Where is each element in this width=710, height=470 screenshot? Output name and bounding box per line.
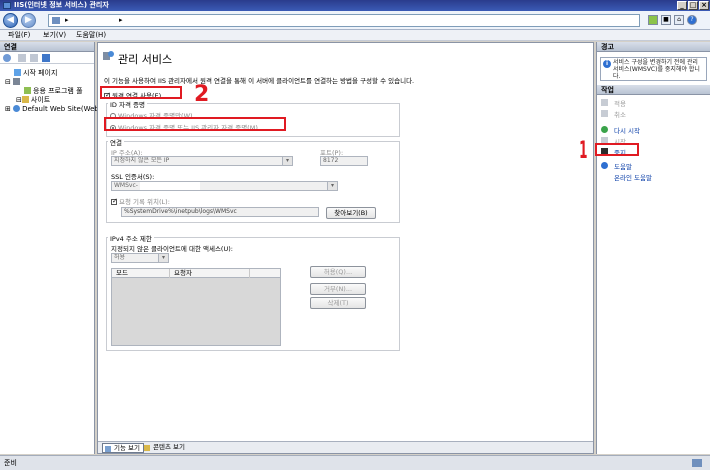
ip-address-dropdown[interactable]: 지정하지 않은 모든 IP [111, 156, 293, 166]
sites-icon [21, 96, 29, 103]
path-separator[interactable]: ▸ [119, 15, 123, 26]
ssl-cert-label: SSL 인증서(S): [111, 173, 155, 181]
redacted-region [139, 182, 200, 190]
annotation-number-2: 2 [194, 82, 210, 107]
stop-icon[interactable]: ■ [661, 15, 671, 25]
checkbox-box[interactable] [111, 197, 118, 205]
network-icon[interactable] [648, 15, 658, 25]
deny-button[interactable]: 거부(N)... [310, 283, 366, 295]
connection-group-title: 연결 [108, 137, 124, 147]
content-view-icon [144, 445, 150, 451]
server-icon [52, 17, 60, 24]
features-view-icon [105, 446, 111, 452]
tree-item-sites[interactable]: ⊟ 사이트 [16, 96, 50, 105]
management-service-icon [103, 51, 114, 60]
tab-content-view[interactable]: 콘텐츠 보기 [142, 443, 188, 453]
column-mode[interactable]: 모드 [112, 269, 170, 278]
app-pool-icon [24, 87, 31, 94]
status-text: 준비 [4, 459, 17, 467]
unspecified-access-label: 지정되지 않은 클라이언트에 대한 액세스(U): [111, 245, 233, 253]
save-icon[interactable] [18, 54, 26, 62]
tree-item-start-page[interactable]: 시작 페이지 [14, 69, 57, 78]
start-page-icon [14, 69, 21, 76]
iis-app-icon [3, 2, 11, 9]
list-header: 모드 요청자 [112, 269, 280, 278]
actions-pane: 경고 i 서비스 구성을 변경하기 전에 관리 서비스(WMSVC)를 중지해야… [596, 42, 710, 454]
highlight-stop-action [595, 143, 639, 156]
minimize-button[interactable]: _ [677, 1, 687, 10]
actions-header: 작업 [597, 85, 710, 95]
tree-item-app-pools[interactable]: 응용 프로그램 풀 [24, 87, 83, 96]
port-field[interactable]: 8172 [320, 156, 368, 166]
ssl-cert-dropdown[interactable]: WMSvc- [111, 181, 338, 191]
highlight-enable-remote [100, 86, 182, 99]
info-icon: i [603, 60, 611, 68]
maximize-button[interactable]: □ [688, 1, 698, 10]
menu-view[interactable]: 보기(V) [43, 31, 66, 40]
forward-button[interactable]: ▶ [21, 13, 36, 28]
close-button[interactable]: × [699, 1, 709, 10]
unspecified-access-dropdown[interactable]: 허용 [111, 253, 169, 263]
action-cancel[interactable]: 취소 [614, 109, 626, 119]
identity-group-title: ID 자격 증명 [108, 99, 147, 109]
allow-button[interactable]: 허용(Q)... [310, 266, 366, 278]
status-bar: 준비 [0, 455, 710, 470]
remove-button[interactable]: 삭제(T) [310, 297, 366, 309]
help-icon[interactable]: ? [687, 15, 697, 25]
menu-help[interactable]: 도움말(H) [76, 31, 106, 40]
title-bar: IIS(인터넷 정보 서비스) 관리자 _ □ × [0, 0, 710, 11]
action-apply[interactable]: 적용 [614, 98, 626, 108]
apply-icon [601, 99, 608, 106]
highlight-credentials-option [104, 117, 286, 131]
path-separator[interactable]: ▸ [65, 15, 69, 26]
ipv4-rules-list[interactable]: 모드 요청자 [111, 268, 281, 346]
cancel-icon [601, 110, 608, 117]
log-path-field[interactable]: %SystemDrive%\inetpub\logs\WMSvc [121, 207, 319, 217]
connections-header: 연결 [0, 42, 94, 52]
restart-icon [601, 126, 608, 133]
page-title: 관리 서비스 [118, 53, 173, 66]
connections-icon[interactable] [42, 54, 50, 62]
connections-pane: 연결 시작 페이지 ⊟ 응용 프로그램 풀 ⊟ 사이트 ⊞ Default Web… [0, 42, 99, 454]
alerts-header: 경고 [597, 42, 710, 52]
action-help[interactable]: 도움말 [614, 161, 632, 171]
annotation-number-1: 1 [579, 136, 588, 164]
action-restart[interactable]: 다시 시작 [614, 125, 640, 135]
log-location-checkbox[interactable]: 요청 기록 위치(L): [111, 196, 170, 206]
menu-bar: 파일(F) 보기(V) 도움말(H) [0, 30, 710, 41]
action-online-help[interactable]: 온라인 도움말 [614, 172, 652, 182]
website-icon [13, 105, 21, 112]
menu-file[interactable]: 파일(F) [8, 31, 30, 40]
ipv4-group-title: IPv4 주소 제한 [108, 233, 154, 243]
view-tabs: 기능 보기 콘텐츠 보기 [98, 441, 593, 453]
tab-features-view[interactable]: 기능 보기 [102, 443, 144, 453]
server-icon [13, 78, 21, 85]
status-icon [692, 459, 702, 467]
home-icon[interactable]: ⌂ [674, 15, 684, 25]
up-icon[interactable] [30, 54, 38, 62]
tree-item-default-web-site[interactable]: ⊞ Default Web Site(Web [5, 105, 99, 114]
help-icon [601, 162, 608, 169]
back-button[interactable]: ◀ [3, 13, 18, 28]
alert-message: i 서비스 구성을 변경하기 전에 관리 서비스(WMSVC)를 중지해야 합니… [600, 57, 707, 81]
page-description: 이 기능을 사용하여 IIS 관리자에서 원격 연결을 통해 이 서버에 클라이… [104, 77, 415, 85]
tree-item-server[interactable]: ⊟ [5, 78, 22, 87]
address-field[interactable]: ▸ ▸ [48, 14, 640, 27]
management-service-page: 관리 서비스 이 기능을 사용하여 IIS 관리자에서 원격 연결을 통해 이 … [97, 42, 594, 454]
address-bar: ◀ ▶ ▸ ▸ ■ ⌂ ? [0, 11, 710, 30]
column-requester[interactable]: 요청자 [170, 269, 250, 278]
connections-toolbar [0, 52, 94, 64]
browse-button[interactable]: 찾아보기(B) [326, 207, 376, 219]
window-title: IIS(인터넷 정보 서비스) 관리자 [14, 1, 109, 9]
connect-icon[interactable] [3, 54, 11, 62]
